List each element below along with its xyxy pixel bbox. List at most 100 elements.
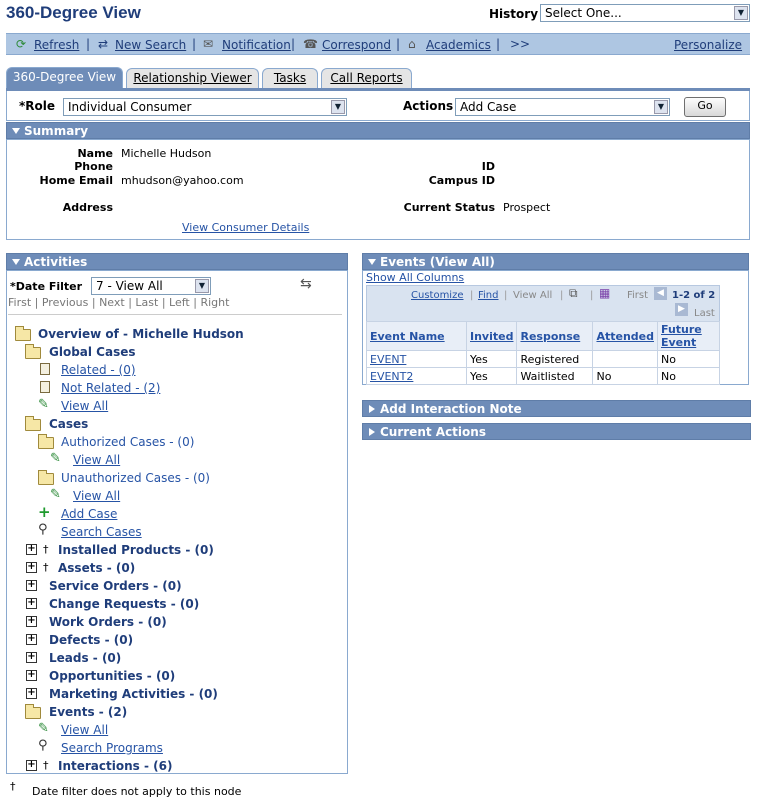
tree-defects[interactable]: Defects - (0) — [49, 633, 133, 647]
date-filter-select[interactable]: 7 - View All ▼ — [91, 277, 211, 295]
expand-icon[interactable]: + — [26, 580, 37, 591]
tree-not-related[interactable]: Not Related - (2) — [61, 381, 160, 395]
folder-open-icon — [38, 470, 54, 485]
expand-icon[interactable]: + — [26, 652, 37, 663]
previous-arrow-icon[interactable]: ◀ — [654, 287, 667, 300]
nav-left[interactable]: Left — [169, 296, 190, 309]
show-all-columns-link[interactable]: Show All Columns — [366, 271, 464, 284]
nav-next[interactable]: Next — [99, 296, 125, 309]
find-link[interactable]: Find — [478, 290, 499, 301]
customize-link[interactable]: Customize — [411, 290, 464, 301]
row-count: 1-2 of 2 — [672, 290, 716, 301]
expand-icon[interactable]: + — [26, 760, 37, 771]
tree-authorized-cases[interactable]: Authorized Cases - (0) — [61, 435, 194, 449]
history-select[interactable]: Select One... ▼ — [540, 4, 750, 22]
folder-open-icon — [25, 704, 41, 719]
tree-events-view-all[interactable]: View All — [61, 723, 108, 737]
actions-select[interactable]: Add Case ▼ — [455, 98, 670, 116]
future-event-cell: No — [657, 367, 720, 385]
tree-change-requests[interactable]: Change Requests - (0) — [49, 597, 199, 611]
col-event-name[interactable]: Event Name — [366, 321, 467, 351]
activities-header[interactable]: Activities — [6, 253, 348, 270]
tree-related[interactable]: Related - (0) — [61, 363, 136, 377]
tree-assets[interactable]: Assets - (0) — [58, 561, 135, 575]
tree-events[interactable]: Events - (2) — [49, 705, 127, 719]
add-interaction-note-header[interactable]: Add Interaction Note — [362, 400, 751, 417]
expand-icon[interactable]: + — [26, 544, 37, 555]
footnote-text: Date filter does not apply to this node — [32, 785, 242, 798]
future-event-cell: No — [657, 350, 720, 368]
view-all-link[interactable]: View All — [513, 290, 552, 301]
dagger-mark: † — [43, 759, 49, 772]
events-table: Event Name Invited Response Attended Fut… — [366, 321, 720, 385]
tree-add-case[interactable]: Add Case — [61, 507, 117, 521]
nav-right[interactable]: Right — [200, 296, 229, 309]
col-future-event[interactable]: Future Event — [657, 321, 720, 351]
expand-icon[interactable]: + — [26, 562, 37, 573]
home-email-label: Home Email — [39, 174, 113, 187]
toolbar: ⟳ Refresh | ⇄ New Search | ✉ Notificatio… — [6, 33, 750, 55]
search-icon: ⚲ — [38, 738, 48, 753]
col-attended[interactable]: Attended — [592, 321, 658, 351]
new-search-link[interactable]: New Search — [115, 38, 186, 52]
summary-header[interactable]: Summary — [6, 122, 750, 139]
attended-cell — [592, 350, 658, 368]
first-link[interactable]: First — [627, 290, 648, 301]
tree-opportunities[interactable]: Opportunities - (0) — [49, 669, 175, 683]
current-actions-header[interactable]: Current Actions — [362, 423, 751, 440]
nav-first[interactable]: First — [8, 296, 31, 309]
tree-cases[interactable]: Cases — [49, 417, 88, 431]
go-button[interactable]: Go — [684, 97, 726, 117]
tree-service-orders[interactable]: Service Orders - (0) — [49, 579, 182, 593]
grid-separator: | — [590, 290, 594, 301]
personalize-link[interactable]: Personalize — [674, 38, 742, 52]
nav-previous[interactable]: Previous — [42, 296, 89, 309]
expand-icon[interactable]: + — [26, 616, 37, 627]
correspond-link[interactable]: Correspond — [322, 38, 391, 52]
notification-link[interactable]: Notification — [222, 38, 291, 52]
tree-interactions[interactable]: Interactions - (6) — [58, 759, 172, 773]
refresh-link[interactable]: Refresh — [34, 38, 79, 52]
tab-call-reports[interactable]: Call Reports — [321, 68, 412, 88]
last-link[interactable]: Last — [694, 308, 715, 319]
history-label: History — [489, 7, 539, 21]
role-select[interactable]: Individual Consumer ▼ — [63, 98, 347, 116]
academics-link[interactable]: Academics — [426, 38, 491, 52]
more-button[interactable]: >> — [510, 37, 530, 51]
tab-tasks[interactable]: Tasks — [262, 68, 318, 88]
download-icon[interactable]: ▦ — [599, 286, 610, 300]
event-name-link[interactable]: EVENT — [370, 353, 406, 366]
tree-search-cases[interactable]: Search Cases — [61, 525, 142, 539]
next-arrow-icon[interactable]: ▶ — [675, 303, 688, 316]
expand-icon[interactable]: + — [26, 688, 37, 699]
tab-relationship-viewer[interactable]: Relationship Viewer — [126, 68, 259, 88]
tree-work-orders[interactable]: Work Orders - (0) — [49, 615, 167, 629]
tree-authorized-view-all[interactable]: View All — [73, 453, 120, 467]
col-response[interactable]: Response — [516, 321, 594, 351]
home-email-value: mhudson@yahoo.com — [121, 174, 244, 187]
tree-global-cases[interactable]: Global Cases — [49, 345, 136, 359]
tree-leads[interactable]: Leads - (0) — [49, 651, 121, 665]
tree-unauthorized-cases[interactable]: Unauthorized Cases - (0) — [61, 471, 210, 485]
chevron-down-icon: ▼ — [331, 100, 345, 114]
view-consumer-details-link[interactable]: View Consumer Details — [182, 221, 309, 234]
tree-unauthorized-view-all[interactable]: View All — [73, 489, 120, 503]
grid-separator: | — [470, 290, 474, 301]
refresh-tree-icon[interactable]: ⇆ — [300, 276, 312, 292]
tree-root[interactable]: Overview of - Michelle Hudson — [38, 327, 244, 341]
events-header[interactable]: Events (View All) — [362, 253, 749, 270]
event-name-link[interactable]: EVENT2 — [370, 370, 413, 383]
tree-search-programs[interactable]: Search Programs — [61, 741, 163, 755]
new-window-icon[interactable]: ⧉ — [569, 286, 578, 301]
summary-panel — [6, 139, 750, 240]
tree-global-view-all[interactable]: View All — [61, 399, 108, 413]
tree-installed-products[interactable]: Installed Products - (0) — [58, 543, 214, 557]
nav-last[interactable]: Last — [135, 296, 158, 309]
col-invited[interactable]: Invited — [465, 321, 518, 351]
expand-icon[interactable]: + — [26, 634, 37, 645]
expand-icon[interactable]: + — [26, 670, 37, 681]
tab-360-degree-view[interactable]: 360-Degree View — [6, 67, 123, 89]
expand-icon[interactable]: + — [26, 598, 37, 609]
search-icon: ⚲ — [38, 522, 48, 537]
tree-marketing-activities[interactable]: Marketing Activities - (0) — [49, 687, 218, 701]
